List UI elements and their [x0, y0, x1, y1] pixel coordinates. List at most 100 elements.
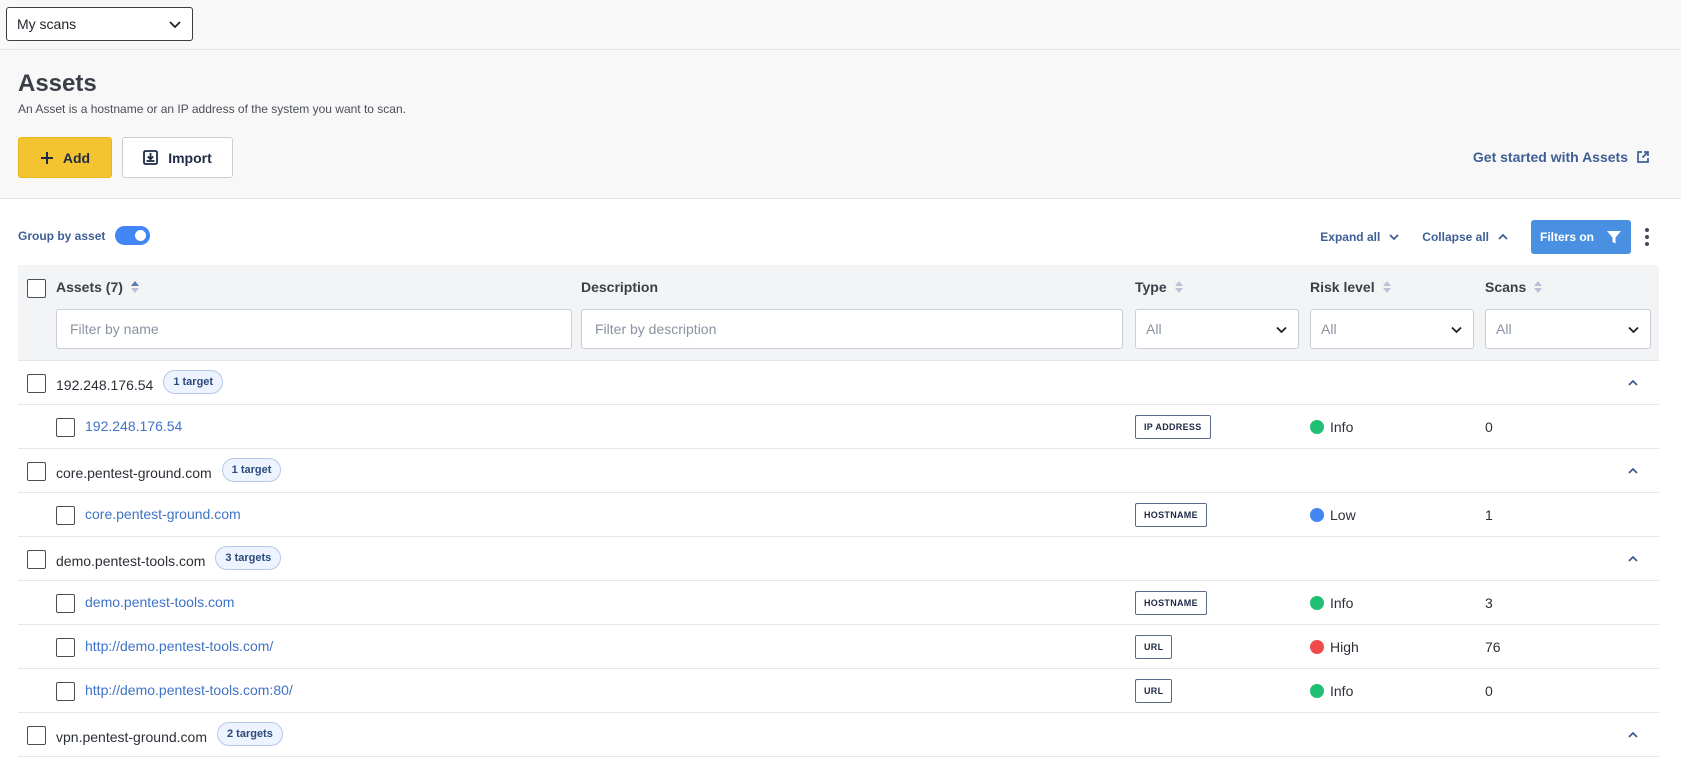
- row-checkbox[interactable]: [56, 638, 75, 657]
- asset-link[interactable]: http://demo.pentest-tools.com/: [85, 638, 273, 654]
- asset-link[interactable]: 192.248.176.54: [85, 418, 182, 434]
- filter-scans-select[interactable]: All: [1485, 309, 1651, 349]
- type-badge: IP ADDRESS: [1135, 415, 1211, 439]
- asset-row[interactable]: demo.pentest-tools.com HOSTNAME Info 3: [18, 581, 1659, 625]
- risk-label: Info: [1330, 683, 1354, 699]
- chevron-down-icon: [1451, 326, 1462, 333]
- risk-level: Info: [1310, 683, 1353, 699]
- chevron-up-icon[interactable]: [1627, 377, 1639, 389]
- funnel-icon: [1607, 231, 1621, 244]
- asset-link[interactable]: demo.pentest-tools.com: [85, 594, 234, 610]
- filters-button[interactable]: Filters on: [1531, 220, 1631, 254]
- import-button-label: Import: [168, 149, 212, 166]
- asset-group-row[interactable]: vpn.pentest-ground.com 2 targets: [18, 713, 1659, 757]
- asset-group-name: core.pentest-ground.com 1 target: [56, 458, 282, 482]
- filter-risk-select[interactable]: All: [1310, 309, 1474, 349]
- import-button[interactable]: Import: [122, 137, 233, 178]
- row-checkbox[interactable]: [27, 462, 46, 481]
- page-title: Assets: [18, 70, 97, 97]
- column-type[interactable]: Type: [1135, 279, 1183, 295]
- filter-name-input[interactable]: Filter by name: [56, 309, 572, 349]
- asset-group-row[interactable]: demo.pentest-tools.com 3 targets: [18, 537, 1659, 581]
- target-count-badge: 2 targets: [216, 722, 283, 746]
- row-checkbox[interactable]: [27, 726, 46, 745]
- type-badge: URL: [1135, 679, 1173, 703]
- column-risk[interactable]: Risk level: [1310, 279, 1391, 295]
- target-count-badge: 3 targets: [215, 546, 282, 570]
- filter-type-value: All: [1146, 321, 1162, 337]
- sort-icon: [1174, 281, 1183, 293]
- asset-group-label: core.pentest-ground.com: [56, 464, 212, 481]
- scope-dropdown-value: My scans: [17, 16, 77, 32]
- chevron-down-icon: [1276, 326, 1287, 333]
- row-checkbox[interactable]: [56, 418, 75, 437]
- asset-row[interactable]: http://demo.pentest-tools.com:80/ URL In…: [18, 669, 1659, 713]
- scope-dropdown[interactable]: My scans: [6, 7, 193, 41]
- expand-all-button[interactable]: Expand all: [1320, 230, 1400, 244]
- filter-name-placeholder: Filter by name: [70, 321, 159, 337]
- row-checkbox[interactable]: [56, 594, 75, 613]
- asset-group-row[interactable]: 192.248.176.54 1 target: [18, 361, 1659, 405]
- risk-info-dot-icon: [1310, 420, 1324, 434]
- scans-count: 1: [1485, 507, 1493, 523]
- select-all-checkbox[interactable]: [27, 279, 46, 298]
- filter-scans-value: All: [1496, 321, 1512, 337]
- scans-count: 0: [1485, 683, 1493, 699]
- column-assets-label: Assets (7): [56, 279, 123, 295]
- column-assets[interactable]: Assets (7): [56, 279, 139, 295]
- row-checkbox[interactable]: [56, 506, 75, 525]
- table-header: Assets (7) Description Type Risk level S…: [18, 265, 1659, 361]
- risk-info-dot-icon: [1310, 684, 1324, 698]
- group-by-control: Group by asset: [18, 226, 151, 245]
- type-badge: HOSTNAME: [1135, 591, 1207, 615]
- collapse-all-button[interactable]: Collapse all: [1422, 230, 1509, 244]
- type-badge: URL: [1135, 635, 1173, 659]
- group-by-label: Group by asset: [18, 228, 106, 243]
- sort-icon: [130, 281, 139, 293]
- chevron-up-icon[interactable]: [1627, 553, 1639, 565]
- asset-link[interactable]: http://demo.pentest-tools.com:80/: [85, 682, 293, 698]
- assets-table: Assets (7) Description Type Risk level S…: [18, 265, 1659, 757]
- asset-row[interactable]: 192.248.176.54 IP ADDRESS Info 0: [18, 405, 1659, 449]
- chevron-up-icon: [1498, 233, 1508, 240]
- chevron-down-icon: [1628, 326, 1639, 333]
- risk-label: High: [1330, 639, 1359, 655]
- target-count-badge: 1 target: [221, 458, 282, 482]
- table-toolbar: Group by asset Expand all Collapse all F…: [0, 199, 1681, 264]
- chevron-up-icon[interactable]: [1627, 729, 1639, 741]
- column-scans-label: Scans: [1485, 279, 1527, 295]
- import-icon: [143, 150, 159, 165]
- asset-group-row[interactable]: core.pentest-ground.com 1 target: [18, 449, 1659, 493]
- scans-count: 0: [1485, 419, 1493, 435]
- asset-link[interactable]: core.pentest-ground.com: [85, 506, 241, 522]
- page-subtitle: An Asset is a hostname or an IP address …: [18, 102, 406, 116]
- get-started-link[interactable]: Get started with Assets: [1473, 149, 1650, 165]
- row-checkbox[interactable]: [27, 550, 46, 569]
- sort-icon: [1534, 281, 1543, 293]
- column-scans[interactable]: Scans: [1485, 279, 1543, 295]
- filter-description-input[interactable]: Filter by description: [581, 309, 1123, 349]
- chevron-up-icon[interactable]: [1627, 465, 1639, 477]
- add-button[interactable]: Add: [18, 137, 112, 178]
- scans-count: 76: [1485, 639, 1501, 655]
- asset-row[interactable]: http://demo.pentest-tools.com/ URL High …: [18, 625, 1659, 669]
- asset-group-name: vpn.pentest-ground.com 2 targets: [56, 722, 283, 746]
- type-badge: HOSTNAME: [1135, 503, 1207, 527]
- group-by-toggle[interactable]: [115, 226, 151, 245]
- chevron-down-icon: [169, 21, 181, 29]
- collapse-all-label: Collapse all: [1422, 230, 1489, 244]
- asset-row[interactable]: core.pentest-ground.com HOSTNAME Low 1: [18, 493, 1659, 537]
- more-options-icon[interactable]: [1643, 228, 1651, 246]
- row-checkbox[interactable]: [56, 682, 75, 701]
- toolbar-actions: Expand all Collapse all Filters on: [1320, 220, 1651, 254]
- risk-label: Info: [1330, 419, 1354, 435]
- filter-type-select[interactable]: All: [1135, 309, 1299, 349]
- asset-group-label: vpn.pentest-ground.com: [56, 728, 207, 745]
- risk-level: Info: [1310, 595, 1353, 611]
- row-checkbox[interactable]: [27, 374, 46, 393]
- filters-label: Filters on: [1539, 230, 1594, 244]
- top-bar: My scans: [0, 0, 1681, 50]
- column-description: Description: [581, 279, 658, 295]
- column-description-label: Description: [581, 279, 659, 295]
- scans-count: 3: [1485, 595, 1493, 611]
